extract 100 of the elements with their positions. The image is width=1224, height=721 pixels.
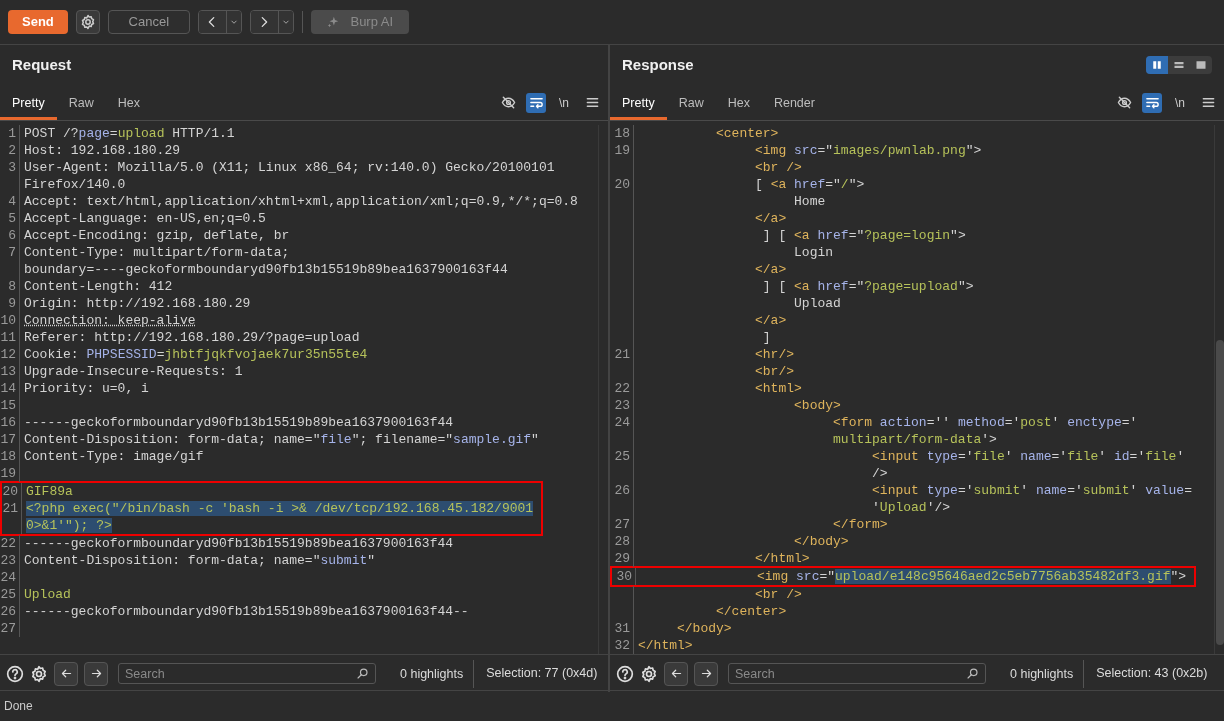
- settings-button[interactable]: [75, 10, 100, 34]
- line-number: 9: [8, 296, 16, 311]
- eye-slash-icon: [1116, 95, 1132, 110]
- code-line: </body>: [676, 620, 732, 637]
- tab[interactable]: Raw: [666, 85, 716, 120]
- line-number: 24: [614, 415, 630, 430]
- code-line: <br/>: [754, 363, 795, 380]
- search-icon: [356, 667, 369, 680]
- line-number: 3: [8, 160, 16, 175]
- code-line: </a>: [754, 210, 787, 227]
- code-line: ------geckoformboundaryd90fb13b15519b89bea1637900163f44--: [24, 603, 469, 620]
- search-icon: [966, 667, 979, 680]
- code-line: Content-Type: multipart/form-data;: [24, 244, 290, 261]
- columns-icon: [1151, 59, 1163, 71]
- line-number: 11: [0, 330, 16, 345]
- tab[interactable]: Raw: [56, 85, 106, 120]
- code-line: ]: [761, 329, 771, 346]
- tab[interactable]: Pretty: [610, 85, 667, 120]
- code-line: <hr/>: [754, 346, 795, 363]
- tab[interactable]: Pretty: [0, 85, 57, 120]
- line-number: 29: [614, 551, 630, 566]
- search-field[interactable]: Search: [728, 663, 986, 684]
- code-line: GIF89a: [26, 483, 73, 500]
- code-line: <br />: [754, 586, 802, 603]
- line-number: 10: [0, 313, 16, 328]
- code-line: Origin: http://192.168.180.29: [24, 295, 251, 312]
- previous-button[interactable]: [54, 661, 78, 686]
- line-number: 23: [614, 398, 630, 413]
- menu-icon: [584, 95, 600, 110]
- newline-toggle[interactable]: \n: [554, 92, 574, 113]
- code-line: <form action='' method='post' enctype=': [832, 414, 1138, 431]
- line-number: 2: [8, 143, 16, 158]
- code-line: Upgrade-Insecure-Requests: 1: [24, 363, 243, 380]
- line-number: 16: [0, 415, 16, 430]
- line-number: 19: [614, 143, 630, 158]
- line-number: 18: [0, 449, 16, 464]
- gear-icon[interactable]: [30, 664, 48, 683]
- tab[interactable]: Render: [761, 85, 827, 120]
- line-number: 17: [0, 432, 16, 447]
- line-number: 5: [8, 211, 16, 226]
- previous-button[interactable]: [664, 661, 688, 686]
- code-line: Content-Disposition: form-data; name="submit": [24, 552, 376, 569]
- help-icon[interactable]: [616, 664, 634, 683]
- arrow-left-icon: [669, 667, 683, 680]
- code-line: [ <a href="/">: [754, 176, 865, 193]
- tab[interactable]: Hex: [715, 85, 762, 120]
- gear-icon[interactable]: [640, 664, 658, 683]
- code-line: Content-Disposition: form-data; name="file"; filename="sample.gif": [24, 431, 539, 448]
- search-field[interactable]: Search: [118, 663, 376, 684]
- code-line: Connection: keep-alive: [24, 312, 196, 329]
- code-line: <img src="upload/e148c95646aed2c5eb7756ab35482df3.gif">: [756, 568, 1187, 585]
- caret-icon: [280, 17, 291, 27]
- code-line: Home: [793, 193, 826, 210]
- wrap-icon: [1144, 95, 1160, 110]
- panel-title: Response: [622, 54, 694, 75]
- line-number: 13: [0, 364, 16, 379]
- code-line: <br />: [754, 159, 802, 176]
- line-number: 32: [614, 638, 630, 653]
- line-number: 19: [0, 466, 16, 481]
- rows-icon: [1173, 59, 1185, 71]
- arrow-left-icon: [59, 667, 73, 680]
- line-number: 30: [616, 569, 632, 584]
- wrap-toggle[interactable]: [526, 92, 546, 113]
- line-number: 7: [8, 245, 16, 260]
- code-line: </body>: [793, 533, 849, 550]
- wrap-toggle[interactable]: [1142, 92, 1162, 113]
- square-icon: [1195, 59, 1207, 71]
- status-text: Done: [4, 698, 33, 715]
- line-number: 14: [0, 381, 16, 396]
- help-icon[interactable]: [6, 664, 24, 683]
- code-line: <input type='file' name='file' id='file': [871, 448, 1185, 465]
- gear-icon: [79, 14, 96, 30]
- code-line: Login: [793, 244, 834, 261]
- next-button[interactable]: [84, 661, 108, 686]
- line-number: 1: [8, 126, 16, 141]
- code-line: Referer: http://192.168.180.29/?page=upload: [24, 329, 360, 346]
- line-number: 21: [614, 347, 630, 362]
- line-number: 18: [614, 126, 630, 141]
- forward-button[interactable]: [250, 11, 279, 33]
- layout-option[interactable]: [1146, 56, 1168, 74]
- eye-slash-icon: [500, 95, 516, 110]
- line-number: 22: [0, 536, 16, 551]
- newline-toggle[interactable]: \n: [1170, 92, 1190, 113]
- code-line: <img src="images/pwnlab.png">: [754, 142, 982, 159]
- code-line: Accept: text/html,application/xhtml+xml,application/xml;q=0.9,*/*;q=0.8: [24, 193, 578, 210]
- code-line: Host: 192.168.180.29: [24, 142, 181, 159]
- line-number: 24: [0, 570, 16, 585]
- arrow-right-icon: [89, 667, 103, 680]
- code-line: Cookie: PHPSESSID=jhbtfjqkfvojaek7ur35n55te4: [24, 346, 368, 363]
- code-line: ------geckoformboundaryd90fb13b15519b89bea1637900163f44: [24, 414, 454, 431]
- code-line: Accept-Encoding: gzip, deflate, br: [24, 227, 290, 244]
- scrollbar-thumb[interactable]: [1216, 340, 1224, 645]
- line-number: 22: [614, 381, 630, 396]
- back-button[interactable]: [198, 11, 227, 33]
- code-line: Upload: [793, 295, 841, 312]
- code-line: </html>: [638, 637, 693, 654]
- code-line: POST /?page=upload HTTP/1.1: [24, 125, 235, 142]
- tab[interactable]: Hex: [105, 85, 152, 120]
- next-button[interactable]: [694, 661, 718, 686]
- code-line: ------geckoformboundaryd90fb13b15519b89bea1637900163f44: [24, 535, 454, 552]
